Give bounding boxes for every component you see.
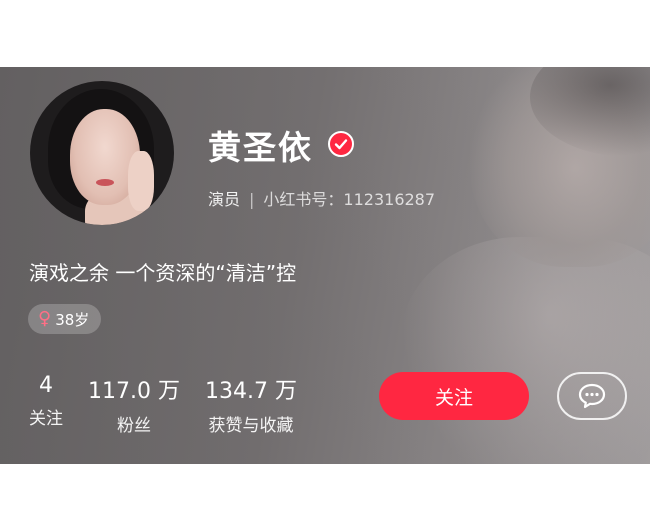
stat-value: 134.7 万: [205, 379, 297, 404]
stat-followers[interactable]: 117.0 万 粉丝: [84, 373, 184, 436]
profile-header: 黄圣依 演员 | 小红书号：112316287 演戏之余 一个资深的“清洁”控 ♀ …: [0, 67, 650, 464]
stat-following[interactable]: 4 关注: [26, 373, 66, 429]
stat-label: 关注: [29, 409, 63, 429]
stat-label: 获赞与收藏: [208, 416, 294, 436]
stat-value: 4: [39, 373, 53, 398]
id-label: 小红书号：: [263, 190, 344, 209]
profile-role: 演员: [208, 190, 241, 209]
age-label: 38岁: [55, 310, 90, 329]
female-icon: ♀: [38, 308, 52, 329]
verified-icon: [328, 131, 354, 157]
stat-value: 117.0 万: [88, 379, 180, 404]
chat-bubble-icon: [578, 383, 606, 409]
stat-likes-collections[interactable]: 134.7 万 获赞与收藏: [196, 373, 306, 436]
profile-bio: 演戏之余 一个资深的“清洁”控: [29, 261, 297, 285]
meta-divider: |: [249, 190, 255, 209]
profile-name: 黄圣依: [208, 128, 313, 167]
follow-button[interactable]: 关注: [379, 372, 529, 420]
avatar[interactable]: [30, 81, 174, 225]
message-button[interactable]: [557, 372, 627, 420]
id-value[interactable]: 112316287: [343, 190, 435, 209]
gender-age-tag: ♀ 38岁: [28, 304, 102, 334]
stat-label: 粉丝: [117, 416, 151, 436]
profile-meta: 演员 | 小红书号：112316287: [208, 186, 435, 210]
